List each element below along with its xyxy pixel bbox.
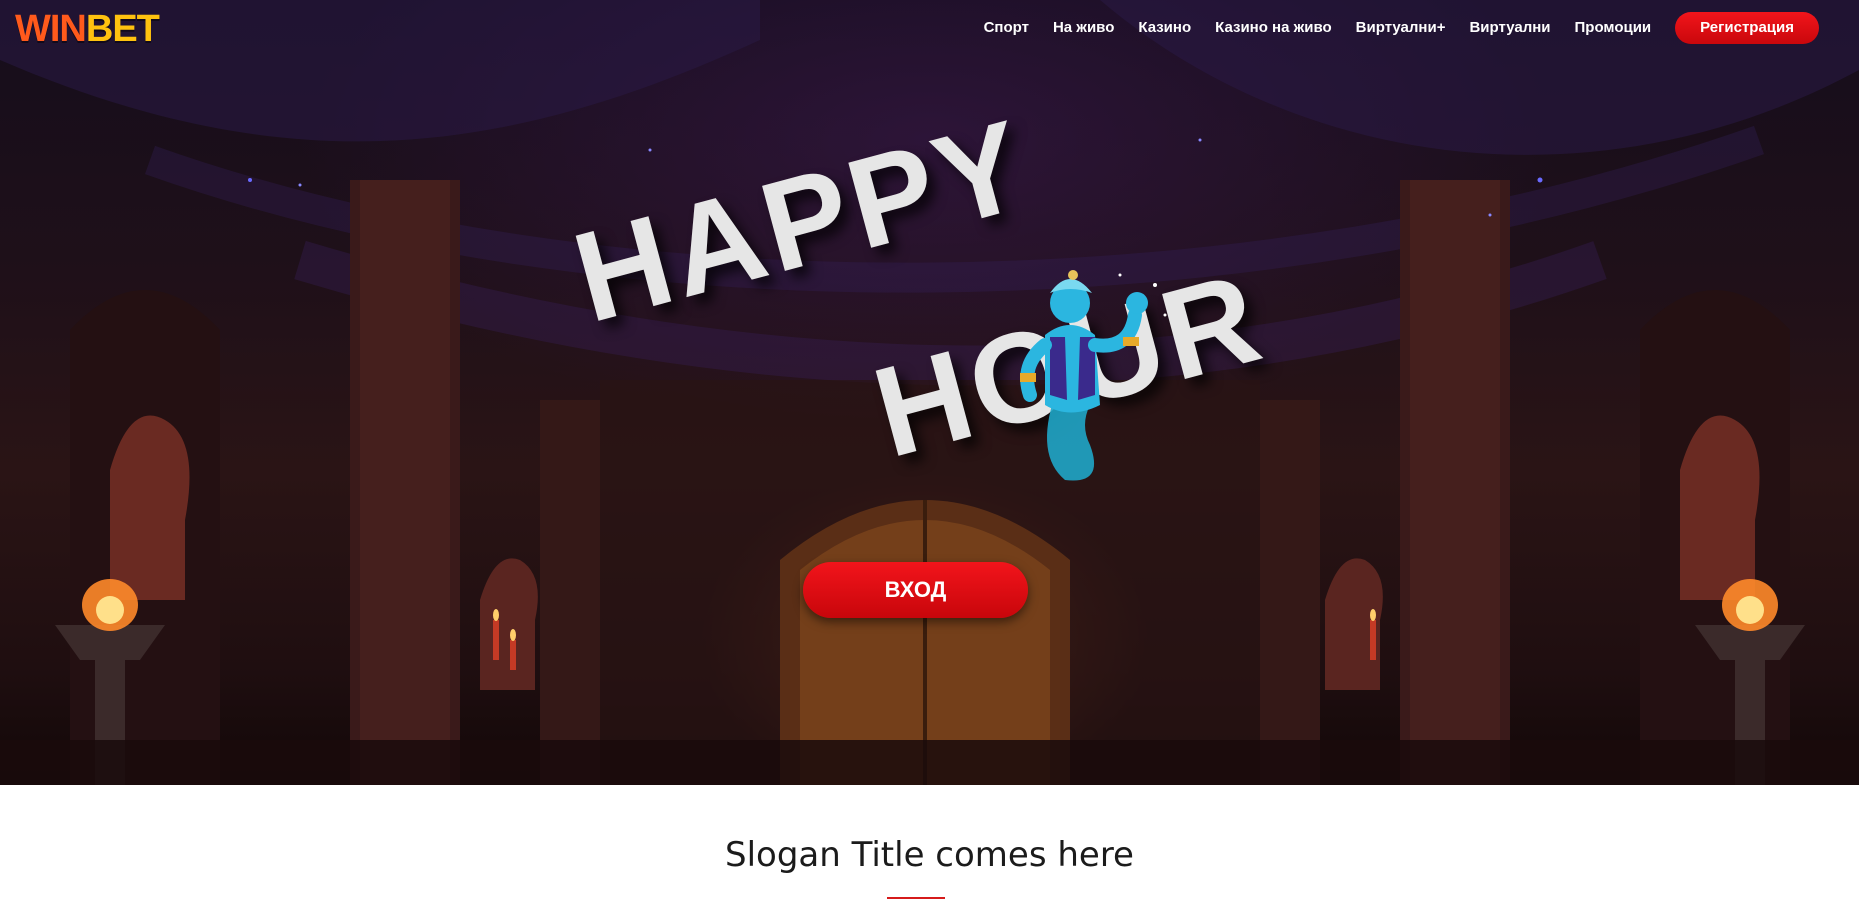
slogan-section: Slogan Title comes here [0, 785, 1859, 909]
nav-item-virtuals[interactable]: Виртуални [1457, 12, 1562, 44]
logo-part-win: WIN [15, 8, 87, 50]
hero-banner: WINBET Спорт На живо Казино Казино на жи… [0, 0, 1859, 785]
page: WINBET Спорт На живо Казино Казино на жи… [0, 0, 1859, 909]
nav-item-promotions[interactable]: Промоции [1563, 12, 1664, 44]
register-button[interactable]: Регистрация [1675, 12, 1819, 44]
nav-item-live[interactable]: На живо [1041, 12, 1126, 44]
slogan-title: Slogan Title comes here [725, 835, 1134, 875]
slogan-divider [887, 897, 945, 899]
nav-item-virtuals-plus[interactable]: Виртуални+ [1344, 12, 1458, 44]
nav-item-live-casino[interactable]: Казино на живо [1203, 12, 1344, 44]
top-navigation-bar: WINBET Спорт На живо Казино Казино на жи… [0, 0, 1859, 58]
winbet-logo[interactable]: WINBET [15, 5, 160, 53]
main-nav: Спорт На живо Казино Казино на живо Вирт… [972, 12, 1819, 44]
login-button[interactable]: ВХОД [803, 562, 1028, 618]
temple-background [0, 0, 1859, 785]
genie-icon [1020, 270, 1167, 481]
nav-item-casino[interactable]: Казино [1126, 12, 1203, 44]
logo-part-bet: BET [85, 8, 160, 50]
nav-item-sport[interactable]: Спорт [972, 12, 1041, 44]
